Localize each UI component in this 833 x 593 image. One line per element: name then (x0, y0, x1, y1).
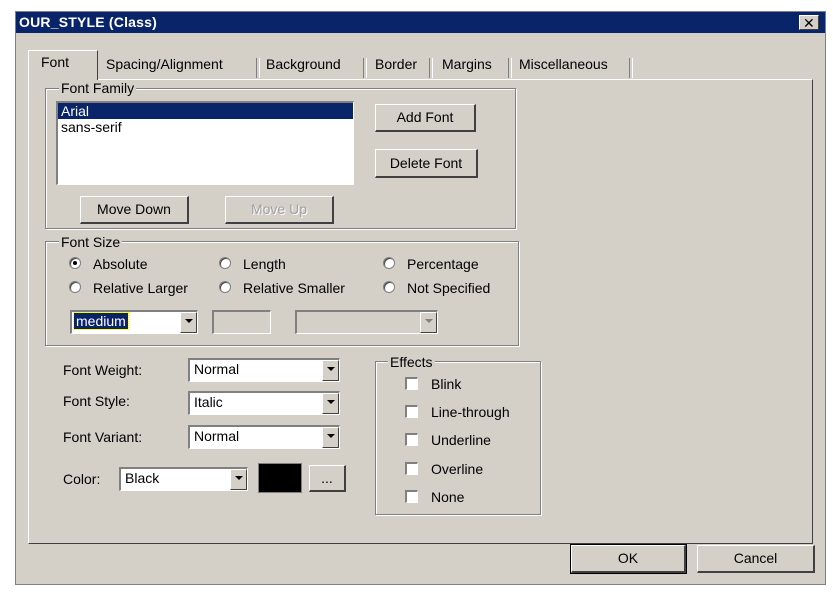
font-weight-label: Font Weight: (63, 362, 143, 378)
effects-legend: Effects (388, 354, 435, 370)
font-variant-label: Font Variant: (63, 429, 143, 445)
length-unit-select (295, 310, 438, 334)
radio-percentage[interactable] (383, 257, 395, 269)
window-title: OUR_STYLE (Class) (19, 14, 157, 30)
checkbox-overline-label: Overline (431, 461, 484, 477)
chevron-down-icon (425, 319, 433, 323)
checkbox-line-through[interactable] (405, 405, 418, 418)
tab-spacing-alignment[interactable]: Spacing/Alignment (102, 53, 227, 77)
tab-separator (363, 58, 367, 78)
radio-length-label: Length (243, 256, 286, 272)
checkbox-line-through-label: Line-through (431, 404, 510, 420)
close-button[interactable]: ✕ (799, 15, 819, 30)
radio-absolute-label: Absolute (93, 256, 148, 272)
title-bar: OUR_STYLE (Class) ✕ (16, 12, 825, 33)
radio-absolute[interactable] (69, 257, 81, 269)
chevron-down-icon (327, 434, 335, 438)
tab-font[interactable]: Font (28, 50, 98, 80)
radio-relative-smaller-label: Relative Smaller (243, 280, 345, 296)
move-up-button: Move Up (225, 196, 334, 224)
radio-not-specified-label: Not Specified (407, 280, 491, 296)
radio-selected-dot (73, 261, 77, 265)
chevron-down-icon (235, 476, 243, 480)
chevron-down-icon (185, 319, 193, 323)
font-style-select[interactable]: Italic (188, 391, 340, 415)
font-family-legend: Font Family (59, 80, 137, 96)
move-down-button[interactable]: Move Down (80, 196, 189, 224)
checkbox-blink[interactable] (405, 377, 418, 390)
radio-relative-larger[interactable] (69, 281, 81, 293)
color-picker-button[interactable]: ... (309, 465, 346, 492)
tab-background[interactable]: Background (262, 53, 345, 77)
checkbox-underline-label: Underline (431, 432, 491, 448)
add-font-button[interactable]: Add Font (375, 104, 476, 132)
delete-font-button[interactable]: Delete Font (375, 149, 478, 178)
font-variant-value: Normal (194, 428, 240, 444)
checkbox-blink-label: Blink (431, 376, 462, 392)
tab-separator (508, 58, 512, 78)
font-style-label: Font Style: (63, 393, 130, 409)
chevron-down-icon (327, 367, 335, 371)
tab-miscellaneous[interactable]: Miscellaneous (515, 53, 612, 77)
checkbox-none[interactable] (405, 490, 418, 503)
font-weight-value: Normal (194, 361, 240, 377)
radio-relative-smaller[interactable] (219, 281, 231, 293)
list-item[interactable]: sans-serif (58, 119, 353, 135)
checkbox-underline[interactable] (405, 433, 418, 446)
absolute-size-value: medium (73, 312, 129, 330)
ok-button[interactable]: OK (570, 544, 687, 574)
dropdown-button[interactable] (180, 312, 197, 333)
dropdown-button (420, 312, 437, 333)
dropdown-button[interactable] (230, 469, 247, 490)
tab-separator (629, 58, 633, 78)
dropdown-button[interactable] (322, 427, 339, 448)
color-select[interactable]: Black (119, 467, 248, 491)
length-input (212, 310, 271, 334)
tab-separator (256, 58, 260, 78)
cancel-button[interactable]: Cancel (697, 545, 815, 573)
dropdown-button[interactable] (322, 360, 339, 381)
font-variant-select[interactable]: Normal (188, 425, 340, 449)
checkbox-overline[interactable] (405, 462, 418, 475)
radio-relative-larger-label: Relative Larger (93, 280, 188, 296)
radio-length[interactable] (219, 257, 231, 269)
radio-percentage-label: Percentage (407, 256, 479, 272)
style-dialog: OUR_STYLE (Class) ✕ Font Spacing/Alignme… (15, 11, 826, 585)
close-icon: ✕ (803, 15, 815, 31)
dropdown-button[interactable] (322, 393, 339, 414)
font-style-value: Italic (194, 394, 223, 410)
font-size-legend: Font Size (59, 234, 123, 250)
color-swatch (258, 463, 302, 493)
list-item-selected[interactable]: Arial (58, 103, 353, 119)
radio-not-specified[interactable] (383, 281, 395, 293)
color-value: Black (125, 470, 160, 486)
tab-margins[interactable]: Margins (438, 53, 496, 77)
font-family-list[interactable]: Arial sans-serif (56, 101, 354, 185)
chevron-down-icon (327, 400, 335, 404)
tab-separator (429, 58, 433, 78)
color-label: Color: (63, 471, 101, 487)
font-weight-select[interactable]: Normal (188, 358, 340, 382)
checkbox-none-label: None (431, 489, 465, 505)
tab-border[interactable]: Border (371, 53, 421, 77)
absolute-size-select[interactable]: medium (70, 310, 198, 334)
